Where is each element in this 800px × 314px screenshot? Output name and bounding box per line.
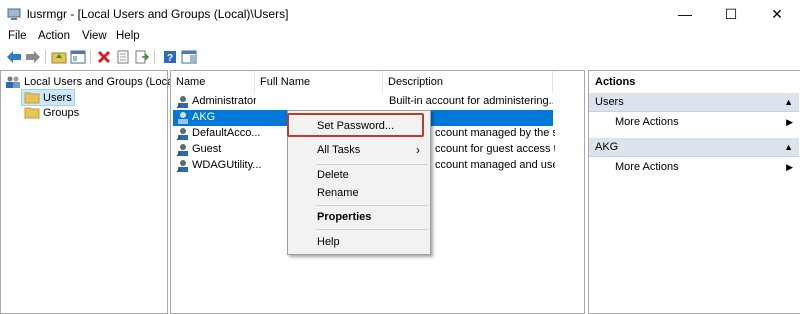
- menu-item-rename[interactable]: Rename: [288, 183, 430, 203]
- show-hide-tree-button[interactable]: [69, 48, 87, 65]
- column-header-full-name[interactable]: Full Name: [255, 71, 383, 93]
- computer-management-icon: [7, 8, 21, 20]
- toolbar: ?: [0, 46, 800, 68]
- submenu-chevron-icon: ›: [416, 143, 420, 157]
- export-list-icon: [135, 50, 149, 63]
- section-title: Users: [595, 96, 624, 108]
- cell-description: ccount managed by the s...: [435, 127, 555, 139]
- tree-item-groups[interactable]: Groups: [24, 105, 79, 120]
- highlight-box: [287, 113, 424, 137]
- toolbar-separator: [45, 50, 46, 64]
- actions-header: Actions: [595, 76, 636, 88]
- user-icon: [176, 144, 188, 157]
- back-arrow-icon: [7, 50, 21, 63]
- table-row[interactable]: Administrator Built-in account for admin…: [173, 94, 553, 110]
- column-header-name[interactable]: Name: [171, 71, 255, 93]
- menu-bar: File Action View Help: [0, 28, 800, 46]
- section-title: AKG: [595, 141, 619, 153]
- action-item-label: More Actions: [615, 116, 679, 128]
- menu-file[interactable]: File: [8, 30, 27, 42]
- folder-icon: [24, 92, 40, 104]
- tree-root-label: Local Users and Groups (Local): [24, 75, 180, 88]
- action-item-label: More Actions: [615, 161, 679, 173]
- menu-item-properties[interactable]: Properties: [288, 207, 430, 227]
- svg-text:?: ?: [167, 53, 173, 64]
- collapse-up-icon: ▲: [784, 142, 793, 152]
- tree-item-label: Groups: [43, 106, 80, 119]
- menu-item-help[interactable]: Help: [288, 232, 430, 252]
- close-icon: ✕: [771, 5, 783, 22]
- submenu-arrow-icon: ▶: [786, 117, 793, 127]
- user-icon: [176, 160, 188, 173]
- show-hide-action-pane-button[interactable]: [180, 48, 198, 65]
- menu-item-label: All Tasks: [317, 144, 361, 156]
- cell-description: ccount managed and use...: [435, 159, 555, 171]
- console-tree-icon: [70, 50, 86, 63]
- cell-name: AKG: [192, 111, 216, 123]
- actions-section-users[interactable]: Users ▲: [589, 93, 799, 112]
- window-title: lusrmgr - [Local Users and Groups (Local…: [27, 7, 289, 21]
- cell-name: WDAGUtility...: [192, 159, 262, 171]
- menu-view[interactable]: View: [82, 30, 107, 42]
- close-button[interactable]: ✕: [754, 0, 800, 28]
- delete-button[interactable]: [95, 48, 113, 65]
- maximize-icon: ☐: [724, 5, 738, 22]
- menu-item-all-tasks[interactable]: All Tasks ›: [288, 140, 430, 160]
- menu-separator: [316, 229, 428, 230]
- action-more-actions-akg[interactable]: More Actions ▶: [589, 159, 799, 177]
- tree-root[interactable]: Local Users and Groups (Local): [5, 74, 179, 89]
- up-one-level-button[interactable]: [50, 48, 68, 65]
- action-pane-icon: [181, 50, 197, 63]
- maximize-button[interactable]: ☐: [708, 0, 754, 28]
- forward-arrow-icon: [26, 50, 40, 63]
- cell-name: Guest: [192, 143, 222, 155]
- actions-pane: Actions Users ▲ More Actions ▶ AKG ▲ Mor…: [588, 70, 800, 314]
- menu-item-delete[interactable]: Delete: [288, 165, 430, 185]
- toolbar-separator: [154, 50, 155, 64]
- delete-x-icon: [97, 50, 111, 63]
- properties-icon: [117, 50, 129, 63]
- tree-item-label: Users: [43, 91, 72, 104]
- title-bar: lusrmgr - [Local Users and Groups (Local…: [0, 0, 800, 28]
- menu-action[interactable]: Action: [38, 30, 70, 42]
- export-list-button[interactable]: [133, 48, 151, 65]
- actions-section-akg[interactable]: AKG ▲: [589, 138, 799, 157]
- back-button[interactable]: [5, 48, 23, 65]
- minimize-button[interactable]: —: [662, 0, 708, 28]
- folder-icon: [24, 107, 40, 119]
- column-header-description[interactable]: Description: [383, 71, 553, 93]
- collapse-up-icon: ▲: [784, 97, 793, 107]
- cell-name: Administrator: [192, 95, 256, 107]
- toolbar-separator: [90, 50, 91, 64]
- cell-description: ccount for guest access t...: [435, 143, 555, 155]
- folder-up-icon: [51, 52, 67, 63]
- action-more-actions-users[interactable]: More Actions ▶: [589, 114, 799, 132]
- console-tree-pane: Local Users and Groups (Local) Users Gro…: [0, 70, 179, 314]
- menu-separator: [316, 205, 428, 206]
- users-groups-icon: [6, 76, 20, 88]
- minimize-icon: —: [678, 6, 692, 22]
- cell-name: DefaultAcco...: [192, 127, 261, 139]
- help-icon: ?: [164, 50, 176, 64]
- submenu-arrow-icon: ▶: [786, 162, 793, 172]
- help-button[interactable]: ?: [161, 48, 179, 65]
- menu-help[interactable]: Help: [116, 30, 140, 42]
- user-icon: [176, 128, 188, 141]
- forward-button[interactable]: [24, 48, 42, 65]
- cell-description: Built-in account for administering...: [389, 95, 553, 107]
- tree-item-users[interactable]: Users: [21, 89, 75, 106]
- user-icon: [178, 112, 188, 124]
- user-icon: [176, 96, 188, 109]
- properties-button[interactable]: [114, 48, 132, 65]
